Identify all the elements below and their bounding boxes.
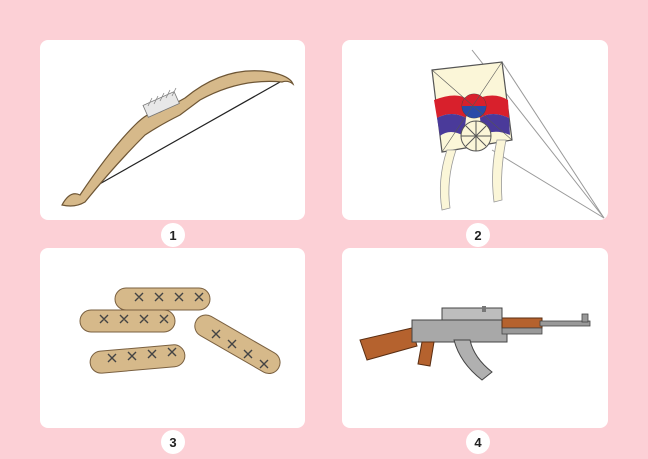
card-number-3: 3	[161, 430, 185, 454]
bow-icon	[61, 70, 295, 207]
kite-icon	[431, 49, 605, 219]
yut-sticks-icon	[79, 287, 281, 374]
rifle-icon	[359, 306, 591, 381]
card-number-1: 1	[161, 223, 185, 247]
image-card-2[interactable]	[342, 40, 608, 220]
image-card-3[interactable]	[40, 248, 305, 428]
image-card-1[interactable]	[40, 40, 305, 220]
image-card-4[interactable]	[342, 248, 608, 428]
card-number-4: 4	[466, 430, 490, 454]
card-number-2: 2	[466, 223, 490, 247]
